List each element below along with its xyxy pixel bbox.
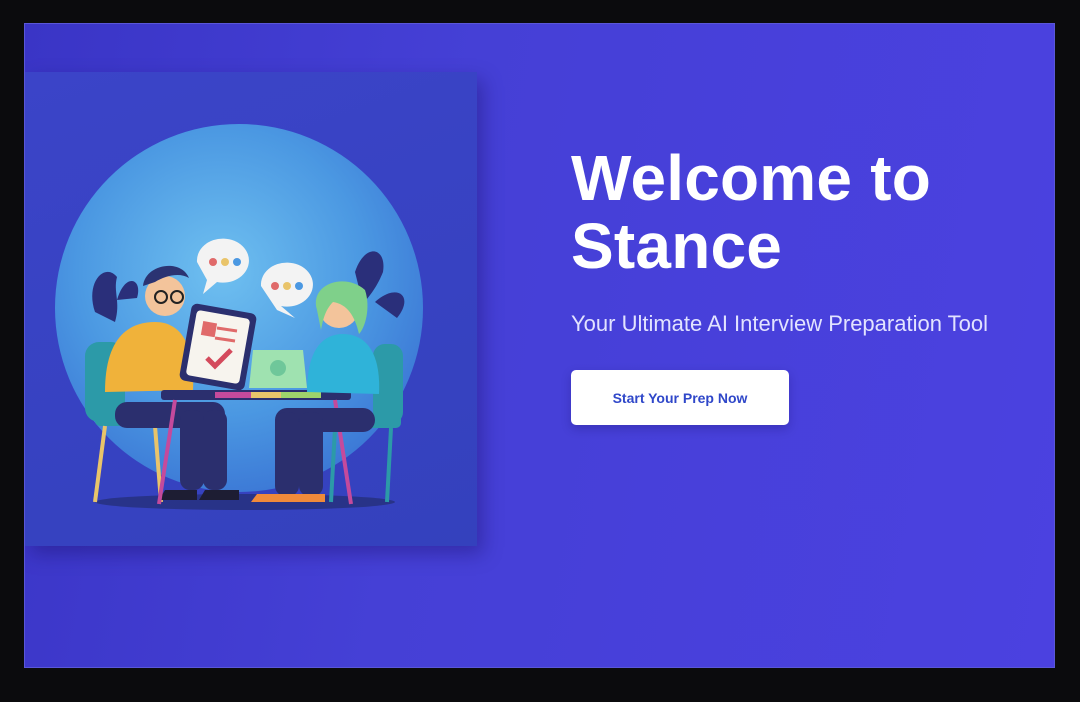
interview-illustration (55, 124, 423, 510)
hero-text: Welcome to Stance Your Ultimate AI Inter… (571, 144, 1031, 425)
start-prep-button[interactable]: Start Your Prep Now (571, 370, 789, 425)
hero-title-line2: Stance (571, 210, 783, 282)
hero-title-line1: Welcome to (571, 142, 931, 214)
hero-subtitle: Your Ultimate AI Interview Preparation T… (571, 311, 989, 336)
hero-title: Welcome to Stance (571, 144, 1031, 280)
hero-illustration-panel (25, 72, 477, 546)
landing-page: Welcome to Stance Your Ultimate AI Inter… (24, 23, 1055, 668)
